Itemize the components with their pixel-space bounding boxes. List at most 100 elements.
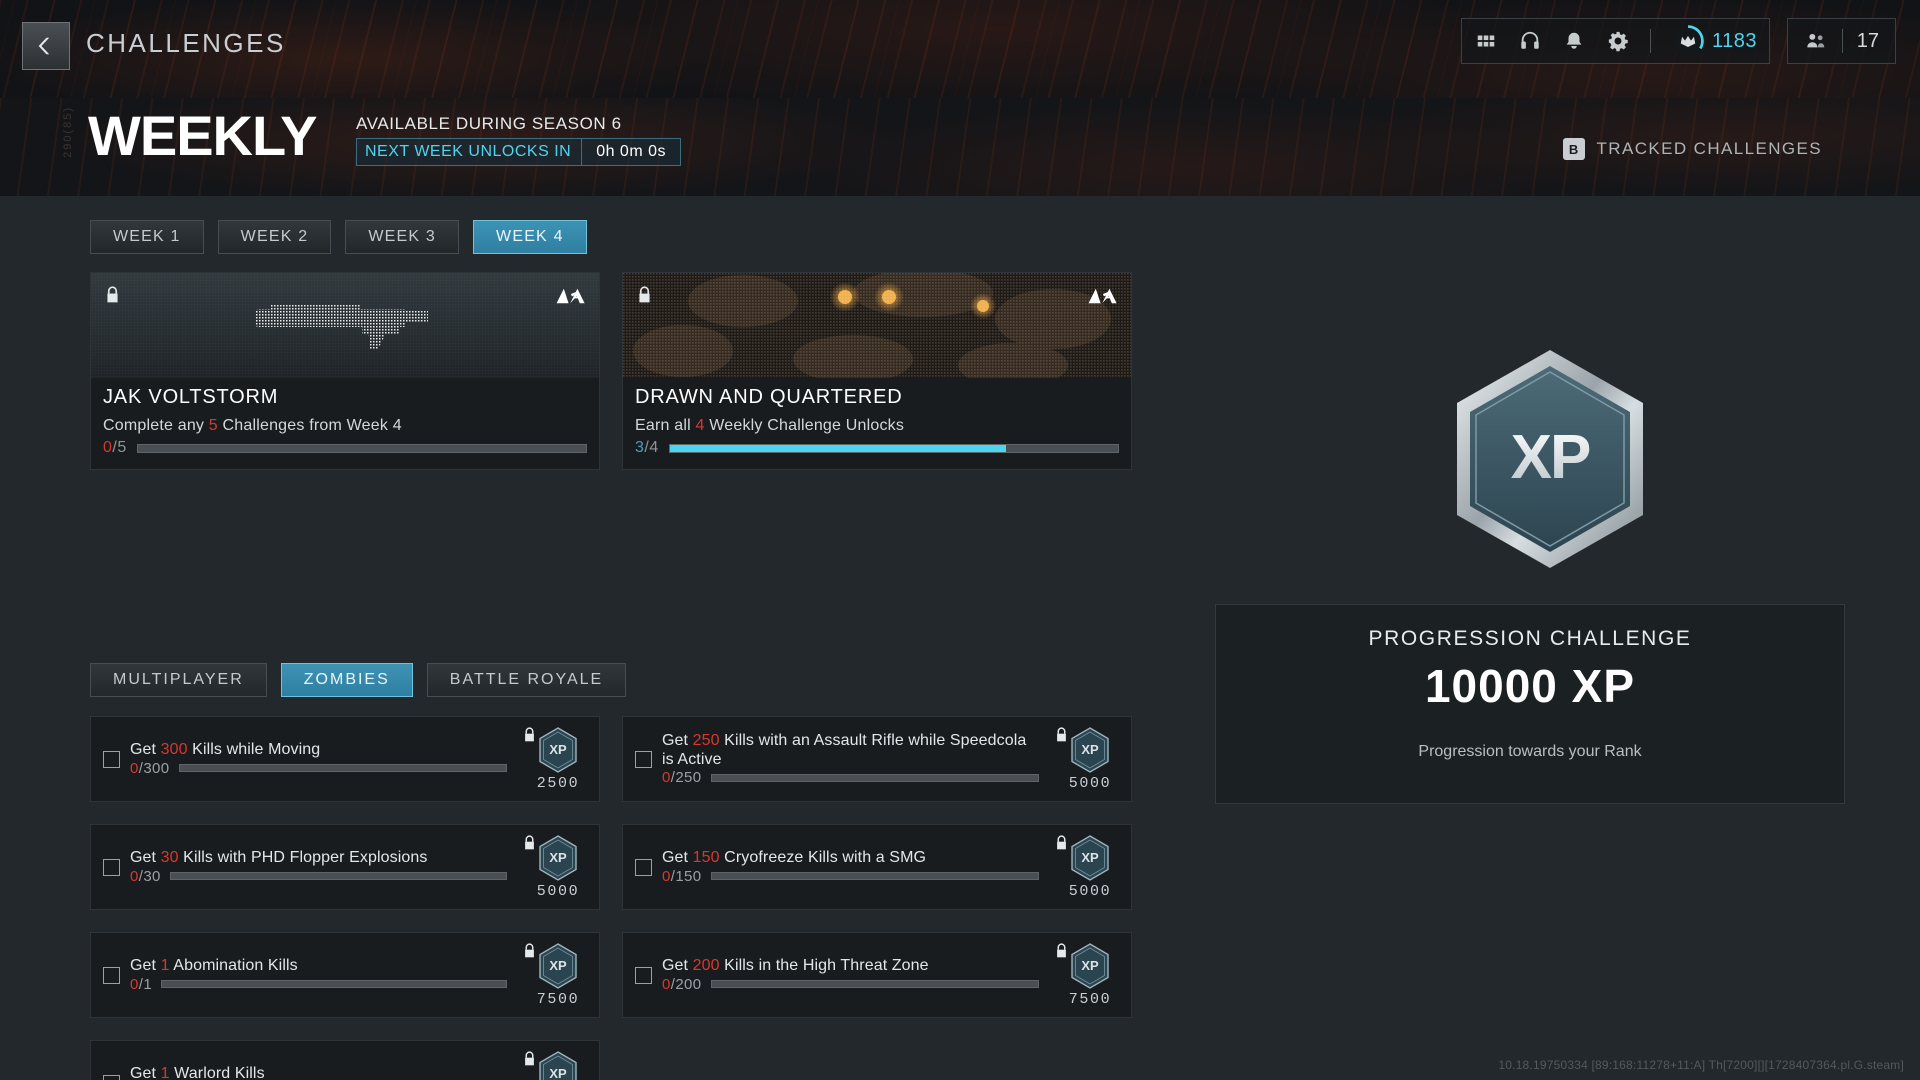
rank-value: 1183 xyxy=(1711,29,1757,52)
headset-icon[interactable] xyxy=(1518,29,1542,53)
challenge-progress: 0/200 xyxy=(662,976,1039,993)
challenge-reward: XP 7500 xyxy=(517,933,599,1017)
week-tab-2[interactable]: WEEK 2 xyxy=(217,220,332,254)
challenge-card[interactable]: Get 250 Kills with an Assault Rifle whil… xyxy=(622,716,1132,802)
mode-tab-label: ZOMBIES xyxy=(303,671,390,688)
next-week-timer: NEXT WEEK UNLOCKS IN 0h 0m 0s xyxy=(356,138,681,166)
challenge-card[interactable]: Get 150 Cryofreeze Kills with a SMG 0/15… xyxy=(622,824,1132,910)
challenge-body: Get 1 Abomination Kills 0/1 xyxy=(91,933,517,1017)
challenge-text: Get 250 Kills with an Assault Rifle whil… xyxy=(662,731,1039,786)
challenge-reward: XP 10000 xyxy=(517,1041,599,1080)
track-challenge-checkbox[interactable] xyxy=(103,966,120,984)
challenge-progress-fraction: 0/200 xyxy=(662,975,702,993)
rank-display[interactable]: 1183 xyxy=(1671,24,1757,58)
challenge-card[interactable]: Get 1 Warlord Kills 0/1 XP 10000 xyxy=(90,1040,600,1080)
challenge-body: Get 200 Kills in the High Threat Zone 0/… xyxy=(623,933,1049,1017)
timer-value: 0h 0m 0s xyxy=(596,143,666,160)
challenge-target-number: 300 xyxy=(160,741,188,759)
main-content: WEEK 1 WEEK 2 WEEK 3 WEEK 4 JAK VOLTSTORM C… xyxy=(0,196,1920,1080)
challenge-progress-fraction: 0/150 xyxy=(662,867,702,885)
reward-name: DRAWN AND QUARTERED xyxy=(635,386,903,408)
reward-info: DRAWN AND QUARTERED Earn all 4 Weekly Ch… xyxy=(623,378,1131,469)
timer-label: NEXT WEEK UNLOCKS IN xyxy=(365,143,572,160)
week-tab-3[interactable]: WEEK 3 xyxy=(345,220,460,254)
lock-icon xyxy=(523,942,536,959)
challenge-body: Get 250 Kills with an Assault Rifle whil… xyxy=(623,717,1049,801)
track-challenge-checkbox[interactable] xyxy=(103,1074,120,1080)
track-challenge-checkbox[interactable] xyxy=(103,858,120,876)
progression-note: Progression towards your Rank xyxy=(1418,743,1642,760)
squad-icon[interactable] xyxy=(1804,29,1828,53)
week-tab-1[interactable]: WEEK 1 xyxy=(90,220,204,254)
activision-a-icon xyxy=(555,285,587,307)
reward-card[interactable]: DRAWN AND QUARTERED Earn all 4 Weekly Ch… xyxy=(622,272,1132,470)
mode-tab-battle-royale[interactable]: BATTLE ROYALE xyxy=(426,663,627,697)
challenge-description: Get 1 Abomination Kills xyxy=(130,957,298,975)
challenge-xp-amount: 5000 xyxy=(536,882,580,900)
challenge-card[interactable]: Get 1 Abomination Kills 0/1 XP 7500 xyxy=(90,932,600,1018)
track-challenge-checkbox[interactable] xyxy=(635,750,652,768)
challenge-reward: XP 2500 xyxy=(517,717,599,801)
mode-tab-zombies[interactable]: ZOMBIES xyxy=(280,663,413,697)
gear-icon[interactable] xyxy=(1606,29,1630,53)
challenge-text: Get 200 Kills in the High Threat Zone 0/… xyxy=(662,957,1039,993)
challenge-card[interactable]: Get 30 Kills with PHD Flopper Explosions… xyxy=(90,824,600,910)
challenge-body: Get 30 Kills with PHD Flopper Explosions… xyxy=(91,825,517,909)
challenge-target-number: 250 xyxy=(692,731,720,749)
mode-tab-multiplayer[interactable]: MULTIPLAYER xyxy=(90,663,267,697)
challenge-progress-fraction: 0/30 xyxy=(130,867,161,885)
progression-title: PROGRESSION CHALLENGE xyxy=(1368,627,1692,650)
challenge-body: Get 300 Kills while Moving 0/300 xyxy=(91,717,517,801)
challenge-text: Get 1 Warlord Kills 0/1 xyxy=(130,1065,507,1080)
track-challenge-checkbox[interactable] xyxy=(103,750,120,768)
xp-hexagon-icon: XP xyxy=(1070,726,1110,773)
challenge-target-number: 1 xyxy=(160,1065,170,1080)
hud-squad-group[interactable]: 17 xyxy=(1786,18,1896,64)
challenge-description: Get 150 Cryofreeze Kills with a SMG xyxy=(662,849,927,867)
challenge-progress-fraction: 0/1 xyxy=(130,975,153,993)
bell-icon[interactable] xyxy=(1562,29,1586,53)
tracked-challenges-button[interactable]: B TRACKED CHALLENGES xyxy=(1562,138,1822,160)
svg-text:XP: XP xyxy=(549,1066,567,1080)
hud-divider-squad xyxy=(1841,29,1843,53)
svg-text:XP: XP xyxy=(1081,958,1099,973)
challenge-text: Get 30 Kills with PHD Flopper Explosions… xyxy=(130,849,507,885)
grid-icon[interactable] xyxy=(1474,29,1498,53)
svg-text:XP: XP xyxy=(549,850,567,865)
challenge-description: Get 300 Kills while Moving xyxy=(130,741,321,759)
mode-tab-label: BATTLE ROYALE xyxy=(449,671,604,688)
reward-progress-fill xyxy=(669,444,1006,452)
reward-target-number: 5 xyxy=(208,417,218,434)
hero-title: WEEKLY xyxy=(88,104,317,167)
week-tab-4[interactable]: WEEK 4 xyxy=(473,220,587,254)
halftone-overlay xyxy=(623,273,1131,378)
xp-hexagon-icon: XP xyxy=(1070,834,1110,881)
progression-xp-value: 10000 XP xyxy=(1424,660,1636,712)
lock-icon xyxy=(523,1050,536,1067)
key-hint-badge: B xyxy=(1562,138,1585,160)
challenge-reward: XP 5000 xyxy=(1049,717,1131,801)
lock-icon xyxy=(1055,726,1068,743)
challenge-progress: 0/30 xyxy=(130,868,507,885)
reward-info: JAK VOLTSTORM Complete any 5 Challenges … xyxy=(91,378,599,469)
svg-text:XP: XP xyxy=(549,958,567,973)
challenges-screen: CHALLENGES 1183 17 290(85) WEEKLY AVAILA… xyxy=(0,0,1920,1080)
track-challenge-checkbox[interactable] xyxy=(635,966,652,984)
challenge-progress-bar xyxy=(169,872,507,881)
rank-emblem-icon xyxy=(1671,24,1705,58)
svg-text:XP: XP xyxy=(549,742,567,757)
challenge-progress: 0/150 xyxy=(662,868,1039,885)
track-challenge-checkbox[interactable] xyxy=(635,858,652,876)
reward-card[interactable]: JAK VOLTSTORM Complete any 5 Challenges … xyxy=(90,272,600,470)
svg-text:XP: XP xyxy=(1081,742,1099,757)
reward-progress-fraction: 0/5 xyxy=(103,439,127,456)
challenge-card[interactable]: Get 200 Kills in the High Threat Zone 0/… xyxy=(622,932,1132,1018)
back-button[interactable] xyxy=(22,22,70,70)
challenge-reward: XP 7500 xyxy=(1049,933,1131,1017)
svg-text:XP: XP xyxy=(1511,423,1590,492)
hud-main-group: 1183 xyxy=(1460,18,1770,64)
challenge-progress-bar xyxy=(161,980,507,989)
challenge-card[interactable]: Get 300 Kills while Moving 0/300 XP 2500 xyxy=(90,716,600,802)
reward-progress: 3/4 xyxy=(635,439,1119,457)
hud-divider xyxy=(1649,29,1651,53)
